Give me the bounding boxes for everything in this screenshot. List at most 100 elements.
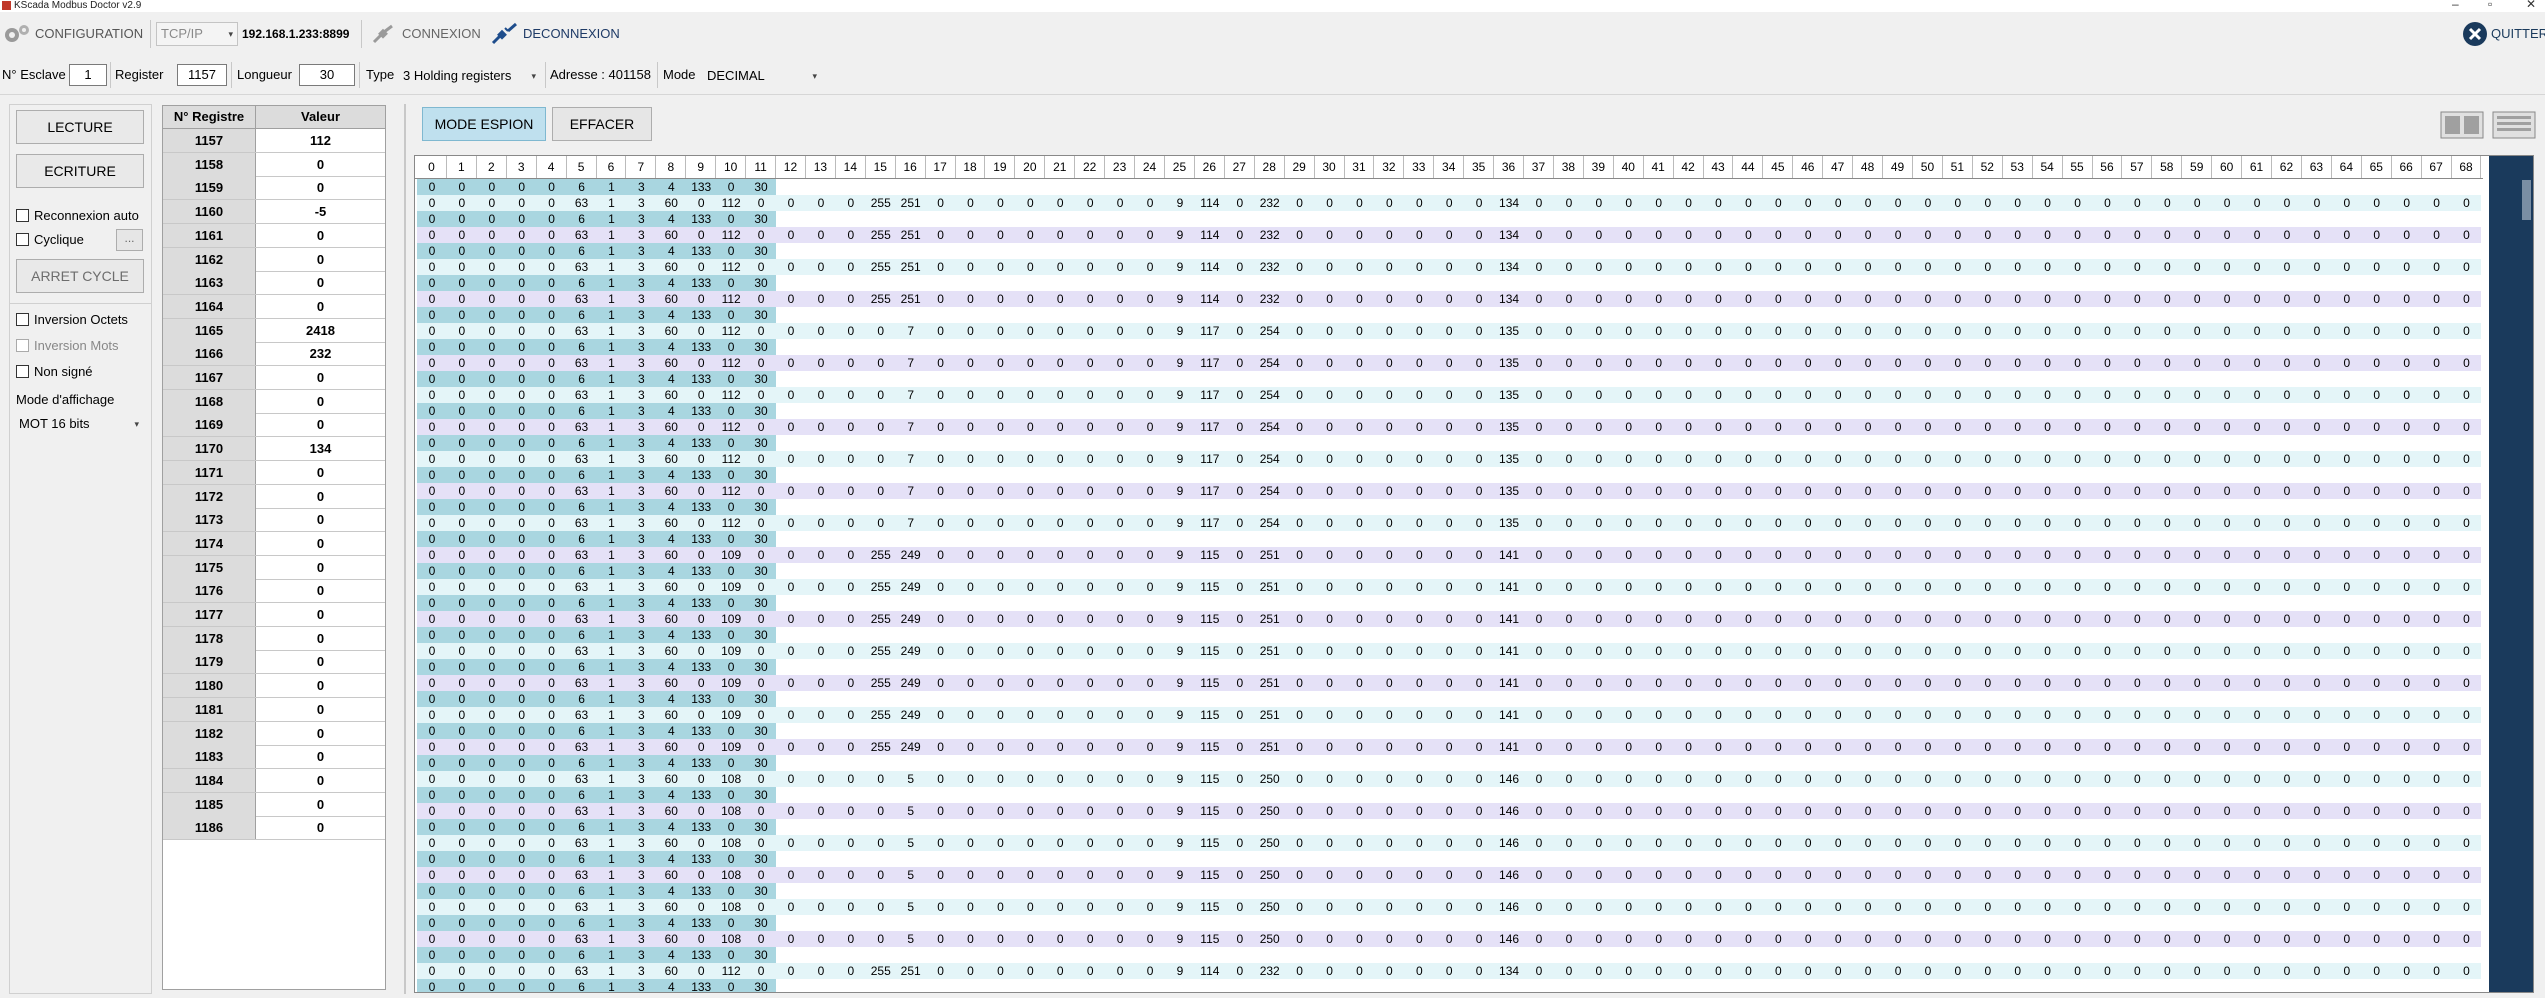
register-row[interactable]: 1169 0: [163, 413, 385, 438]
list-view-icon[interactable]: [2492, 111, 2536, 139]
non-signe-checkbox[interactable]: Non signé: [16, 364, 93, 380]
cyclique-checkbox[interactable]: Cyclique: [16, 232, 84, 248]
register-row[interactable]: 1166 232: [163, 342, 385, 367]
frame-byte: 0: [1356, 868, 1363, 882]
register-value[interactable]: 0: [256, 485, 385, 508]
split-view-icon[interactable]: [2440, 111, 2484, 139]
register-value[interactable]: 0: [256, 698, 385, 721]
register-row[interactable]: 1164 0: [163, 294, 385, 319]
register-input[interactable]: 1157: [177, 64, 227, 86]
register-row[interactable]: 1163 0: [163, 271, 385, 296]
minimize-icon[interactable]: –: [2452, 0, 2459, 10]
register-value[interactable]: 0: [256, 508, 385, 531]
register-value[interactable]: 0: [256, 603, 385, 626]
register-value[interactable]: 0: [256, 176, 385, 199]
register-row[interactable]: 1157 112: [163, 129, 385, 153]
close-window-icon[interactable]: ✕: [2526, 0, 2536, 10]
lecture-button[interactable]: LECTURE: [16, 110, 144, 144]
register-row[interactable]: 1158 0: [163, 152, 385, 177]
maximize-icon[interactable]: ▫: [2488, 0, 2492, 10]
register-row[interactable]: 1176 0: [163, 579, 385, 604]
register-value[interactable]: 0: [256, 769, 385, 792]
register-row[interactable]: 1159 0: [163, 176, 385, 201]
register-value[interactable]: 232: [256, 342, 385, 365]
frame-byte: 255: [870, 740, 891, 754]
register-row[interactable]: 1172 0: [163, 484, 385, 509]
register-value[interactable]: -5: [256, 200, 385, 223]
register-row[interactable]: 1167 0: [163, 366, 385, 390]
register-value[interactable]: 0: [256, 271, 385, 294]
splitter[interactable]: [404, 104, 406, 994]
register-value[interactable]: 0: [256, 461, 385, 484]
register-row[interactable]: 1171 0: [163, 460, 385, 485]
frame-byte: 0: [1386, 676, 1393, 690]
scrollbar[interactable]: [2489, 156, 2533, 992]
quit-button[interactable]: QUITTER: [2462, 22, 2545, 46]
register-value[interactable]: 2418: [256, 319, 385, 342]
register-value[interactable]: 0: [256, 816, 385, 839]
register-row[interactable]: 1181 0: [163, 697, 385, 722]
register-row[interactable]: 1162 0: [163, 247, 385, 272]
register-row[interactable]: 1160 -5: [163, 200, 385, 225]
reconnexion-auto-checkbox[interactable]: Reconnexion auto: [16, 208, 139, 224]
frame-byte: 0: [1535, 516, 1543, 530]
register-value[interactable]: 0: [256, 413, 385, 436]
register-value[interactable]: 0: [256, 793, 385, 816]
type-select[interactable]: 3 Holding registers ▾: [398, 64, 541, 86]
register-row[interactable]: 1165 2418: [163, 318, 385, 343]
register-row[interactable]: 1173 0: [163, 508, 385, 533]
register-value[interactable]: 0: [256, 248, 385, 271]
frame-byte: 0: [1984, 228, 1992, 242]
frame-byte: 0: [1326, 516, 1333, 530]
register-value[interactable]: 0: [256, 366, 385, 389]
register-value[interactable]: 0: [256, 295, 385, 318]
register-row[interactable]: 1186 0: [163, 816, 385, 841]
mode-espion-button[interactable]: MODE ESPION: [422, 107, 546, 141]
register-row[interactable]: 1174 0: [163, 531, 385, 556]
register-value[interactable]: 0: [256, 674, 385, 697]
register-value[interactable]: 0: [256, 224, 385, 247]
register-value[interactable]: 0: [256, 627, 385, 650]
esclave-input[interactable]: 1: [69, 64, 107, 86]
connexion-button[interactable]: CONNEXION: [370, 22, 485, 46]
frame-byte: 0: [727, 916, 735, 930]
frame-byte: 0: [1356, 324, 1363, 338]
register-row[interactable]: 1175 0: [163, 555, 385, 580]
inversion-mots-checkbox[interactable]: Inversion Mots: [16, 338, 119, 354]
register-row[interactable]: 1177 0: [163, 603, 385, 627]
register-value[interactable]: 0: [256, 579, 385, 602]
register-row[interactable]: 1170 134: [163, 437, 385, 462]
mode-select[interactable]: DECIMAL ▾: [702, 64, 822, 86]
scrollbar-thumb[interactable]: [2522, 180, 2531, 220]
register-row[interactable]: 1161 0: [163, 223, 385, 248]
register-row[interactable]: 1184 0: [163, 768, 385, 793]
register-value[interactable]: 0: [256, 650, 385, 673]
register-row[interactable]: 1180 0: [163, 674, 385, 699]
register-row[interactable]: 1185 0: [163, 792, 385, 817]
arret-cycle-button[interactable]: ARRET CYCLE: [16, 259, 144, 293]
register-value[interactable]: 112: [256, 129, 385, 152]
frame-byte: 0: [1445, 260, 1453, 274]
deconnexion-button[interactable]: DECONNEXION: [490, 22, 625, 46]
cyclique-settings-button[interactable]: ...: [116, 229, 143, 251]
register-row[interactable]: 1178 0: [163, 626, 385, 651]
longueur-input[interactable]: 30: [299, 64, 355, 86]
register-value[interactable]: 134: [256, 437, 385, 460]
configuration-button[interactable]: CONFIGURATION: [2, 22, 146, 46]
register-value[interactable]: 0: [256, 745, 385, 768]
ecriture-button[interactable]: ECRITURE: [16, 154, 144, 188]
register-row[interactable]: 1168 0: [163, 389, 385, 414]
register-value[interactable]: 0: [256, 722, 385, 745]
frame-byte: 133: [691, 660, 712, 674]
register-row[interactable]: 1183 0: [163, 745, 385, 770]
effacer-button[interactable]: EFFACER: [552, 107, 652, 141]
inversion-octets-checkbox[interactable]: Inversion Octets: [16, 312, 128, 328]
register-row[interactable]: 1182 0: [163, 721, 385, 746]
frame-byte: 7: [907, 356, 915, 370]
mode-affichage-select[interactable]: MOT 16 bits ▾: [14, 412, 144, 434]
register-row[interactable]: 1179 0: [163, 650, 385, 675]
register-value[interactable]: 0: [256, 532, 385, 555]
register-value[interactable]: 0: [256, 390, 385, 413]
register-value[interactable]: 0: [256, 153, 385, 176]
register-value[interactable]: 0: [256, 556, 385, 579]
